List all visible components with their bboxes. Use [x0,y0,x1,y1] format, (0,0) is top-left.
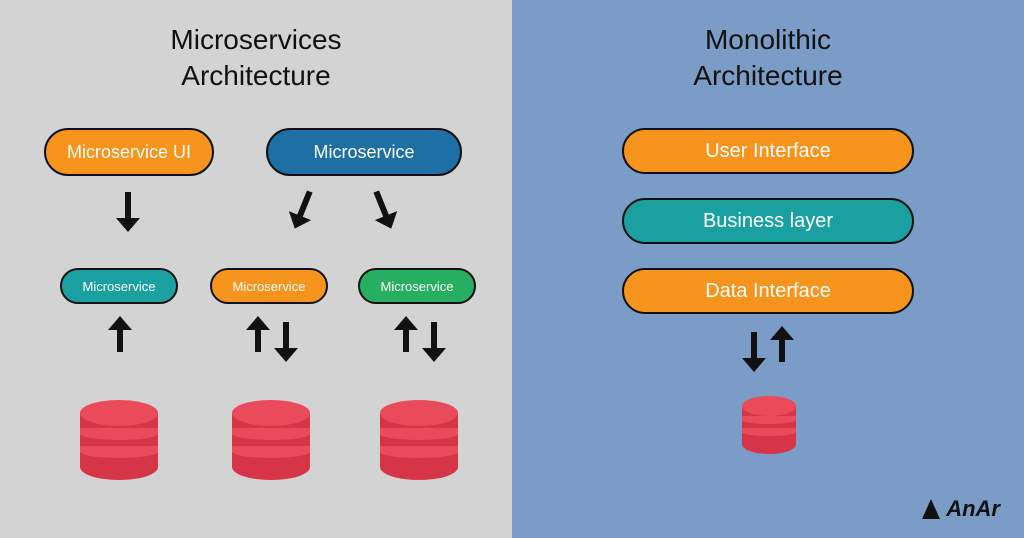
arrow-down-icon [114,186,142,234]
layer-data-interface: Data Interface [622,268,914,314]
node-label: Microservice UI [67,142,191,163]
database-icon [380,400,458,478]
node-label: Microservice [313,142,414,163]
microservices-title: Microservices Architecture [0,0,512,95]
layer-user-interface: User Interface [622,128,914,174]
arrow-down-icon [272,316,300,364]
arrow-down-right-icon [361,181,405,236]
arrow-down-left-icon [281,181,325,236]
node-microservice-mid-2: Microservice [210,268,328,304]
database-icon [80,400,158,478]
layer-label: Business layer [703,210,833,233]
arrow-up-icon [768,326,796,374]
node-microservice-mid-1: Microservice [60,268,178,304]
arrow-down-icon [740,326,768,374]
layer-business: Business layer [622,198,914,244]
node-microservice-top: Microservice [266,128,462,176]
database-icon [232,400,310,478]
title-line: Architecture [693,60,842,91]
arrow-up-icon [106,316,134,364]
node-label: Microservice [233,279,306,294]
database-icon [742,396,796,454]
node-microservice-mid-3: Microservice [358,268,476,304]
brand-logo: AnAr [922,496,1000,522]
logo-triangle-icon [922,499,940,519]
node-label: Microservice [83,279,156,294]
arrow-up-icon [392,316,420,364]
arrow-down-icon [420,316,448,364]
node-microservice-ui: Microservice UI [44,128,214,176]
monolithic-title: Monolithic Architecture [512,0,1024,95]
layer-label: Data Interface [705,280,831,303]
node-label: Microservice [381,279,454,294]
title-line: Architecture [181,60,330,91]
layer-label: User Interface [705,140,831,163]
arrow-up-icon [244,316,272,364]
title-line: Microservices [170,24,341,55]
monolithic-panel: Monolithic Architecture User Interface B… [512,0,1024,538]
microservices-panel: Microservices Architecture Microservice … [0,0,512,538]
brand-text: AnAr [946,496,1000,522]
title-line: Monolithic [705,24,831,55]
